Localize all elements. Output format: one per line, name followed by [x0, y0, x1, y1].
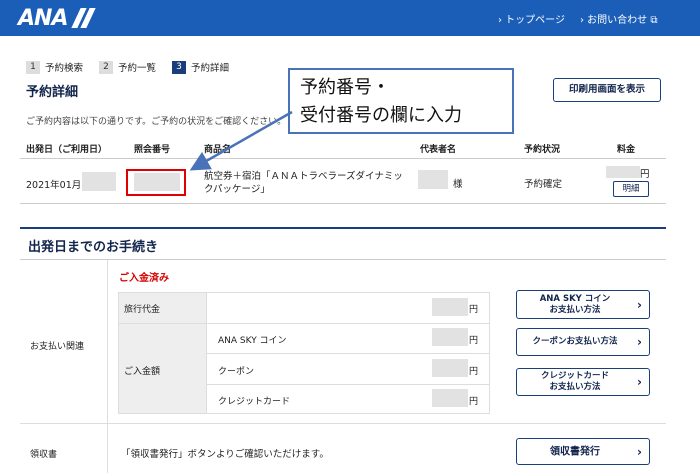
label-column-divider [107, 260, 108, 473]
credit-button-label: クレジットカード お支払い方法 [540, 371, 609, 392]
travel-fee-yen: 円 [469, 305, 479, 315]
payment-table-rule-2 [206, 353, 490, 354]
chevron-right-icon: › [637, 335, 642, 349]
travel-fee-label: 旅行代金 [124, 305, 161, 315]
chevron-right-icon: › [637, 375, 642, 389]
coupon-yen: 円 [469, 367, 479, 377]
coupon-payment-button[interactable]: クーポンお支払い方法 › [516, 328, 650, 356]
receipt-row-divider [20, 423, 666, 424]
sky-coin-payment-button[interactable]: ANA SKY コイン お支払い方法 › [516, 290, 650, 319]
payment-status-paid: ご入金済み [119, 273, 169, 284]
credit-yen: 円 [469, 397, 479, 407]
section-top-border [20, 227, 666, 229]
coin-yen: 円 [469, 336, 479, 346]
coupon-button-label: クーポンお支払い方法 [532, 336, 618, 347]
coupon-label: クーポン [218, 367, 255, 377]
payment-table-rule-1 [118, 323, 490, 324]
redacted-travel-fee [432, 298, 468, 316]
redacted-coupon-amount [432, 359, 468, 377]
payment-table-col-rule [206, 292, 207, 414]
deposit-label: ご入金額 [124, 367, 161, 377]
redacted-credit-amount [432, 389, 468, 407]
credit-card-payment-button[interactable]: クレジットカード お支払い方法 › [516, 368, 650, 396]
chevron-right-icon: › [637, 444, 642, 459]
ana-sky-coin-label: ANA SKY コイン [218, 336, 287, 346]
redacted-coin-amount [432, 328, 468, 346]
issue-receipt-button[interactable]: 領収書発行 › [516, 438, 650, 465]
receipt-instruction: 「領収書発行」ボタンよりご確認いただけます。 [121, 449, 329, 460]
chevron-right-icon: › [637, 297, 642, 312]
receipt-row-label: 領収書 [30, 450, 58, 460]
payment-table-rule-3 [206, 384, 490, 385]
issue-receipt-button-label: 領収書発行 [550, 446, 600, 457]
section-title-divider [20, 259, 666, 260]
section-title: 出発日までのお手続き [28, 240, 159, 255]
payment-row-label: お支払い関連 [30, 342, 85, 352]
credit-card-label: クレジットカード [218, 397, 291, 407]
sky-coin-button-label: ANA SKY コイン お支払い方法 [539, 293, 611, 315]
